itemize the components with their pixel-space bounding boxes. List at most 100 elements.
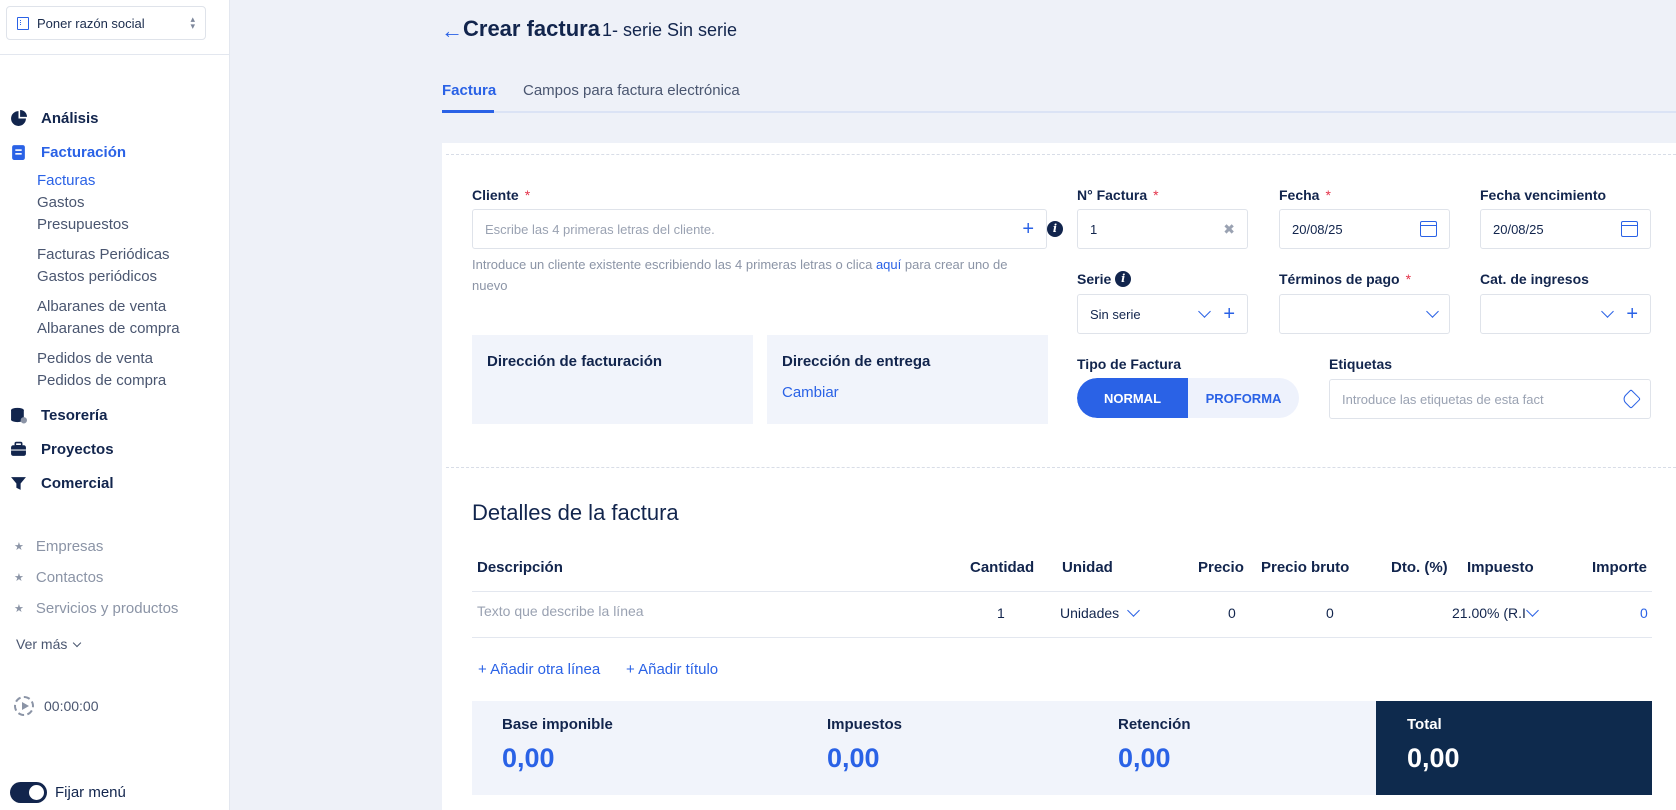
col-unidad: Unidad [1062, 559, 1113, 576]
play-icon [14, 696, 34, 716]
tipo-label: Tipo de Factura [1077, 356, 1181, 372]
cliente-input[interactable]: Escribe las 4 primeras letras del client… [472, 209, 1047, 249]
nav-facturacion[interactable]: Facturación [10, 144, 126, 161]
sidebar-item-albaranes-compra[interactable]: Albaranes de compra [37, 320, 180, 337]
calendar-icon[interactable] [1621, 221, 1638, 237]
line-precio-bruto[interactable]: 0 [1326, 605, 1334, 621]
info-icon[interactable]: i [1047, 221, 1063, 237]
sidebar-item-empresas[interactable]: ★ Empresas [14, 538, 103, 555]
nav-comercial[interactable]: Comercial [10, 475, 114, 492]
sidebar-item-pedidos-compra[interactable]: Pedidos de compra [37, 372, 166, 389]
table-divider [472, 591, 1652, 592]
impuestos-total: Impuestos 0,00 [827, 716, 903, 773]
chevron-down-icon [73, 638, 82, 648]
add-serie-icon[interactable]: + [1223, 304, 1235, 324]
change-address-link[interactable]: Cambiar [782, 384, 1033, 401]
add-cliente-icon[interactable]: + [1022, 219, 1034, 239]
add-line-button[interactable]: + Añadir otra línea [478, 661, 600, 678]
delivery-address-title: Dirección de entrega [782, 353, 931, 370]
building-icon [17, 16, 29, 30]
ver-mas-button[interactable]: Ver más [16, 636, 82, 652]
etiquetas-input[interactable]: Introduce las etiquetas de esta fact [1329, 379, 1651, 419]
pie-chart-icon [11, 110, 27, 126]
create-client-link[interactable]: aquí [876, 257, 901, 272]
sidebar-item-gastos[interactable]: Gastos [37, 194, 85, 211]
sidebar-item-facturas[interactable]: Facturas [37, 172, 95, 189]
col-cantidad: Cantidad [970, 559, 1035, 576]
nav-proyectos[interactable]: Proyectos [10, 441, 114, 458]
tabs-divider [442, 111, 1676, 113]
coins-icon [11, 407, 27, 424]
document-icon [12, 145, 25, 160]
star-icon: ★ [14, 572, 24, 584]
add-categoria-icon[interactable]: + [1626, 304, 1638, 324]
sidebar-item-presupuestos[interactable]: Presupuestos [37, 216, 129, 233]
nav-tesoreria[interactable]: Tesorería [10, 407, 107, 424]
base-imponible: Base imponible 0,00 [502, 716, 613, 773]
sidebar-item-pedidos-venta[interactable]: Pedidos de venta [37, 350, 153, 367]
col-precio-bruto: Precio bruto [1261, 559, 1350, 576]
invoice-type-toggle: NORMAL PROFORMA [1077, 378, 1299, 418]
sidebar-divider [0, 54, 230, 55]
line-impuesto-select[interactable]: 21.00% (R.I [1452, 603, 1539, 621]
col-precio: Precio [1198, 559, 1244, 576]
sidebar-item-albaranes-venta[interactable]: Albaranes de venta [37, 298, 166, 315]
grand-total: Total 0,00 [1376, 701, 1652, 795]
pin-menu-toggle[interactable] [10, 782, 47, 803]
tab-factura[interactable]: Factura [442, 82, 496, 99]
sidebar-item-gastos-periodicos[interactable]: Gastos periódicos [37, 268, 157, 285]
serie-label: Serie i [1077, 271, 1132, 287]
tipo-proforma-button[interactable]: PROFORMA [1188, 378, 1299, 418]
line-precio[interactable]: 0 [1228, 605, 1236, 621]
company-selector[interactable]: Poner razón social ▴ ▾ [6, 6, 206, 40]
tipo-normal-button[interactable]: NORMAL [1077, 378, 1188, 418]
star-icon: ★ [14, 541, 24, 553]
delivery-address-box: Dirección de entrega Cambiar [767, 335, 1048, 424]
line-cantidad[interactable]: 1 [997, 605, 1005, 621]
sidebar-item-contactos[interactable]: ★ Contactos [14, 569, 103, 586]
nav-analisis[interactable]: Análisis [10, 110, 99, 127]
info-icon[interactable]: i [1115, 271, 1132, 287]
terminos-select[interactable] [1279, 294, 1450, 334]
cliente-hint: Introduce un cliente existente escribien… [472, 257, 1008, 293]
page-subtitle: 1- serie Sin serie [602, 20, 738, 40]
line-importe: 0 [1640, 605, 1648, 621]
cliente-label: Cliente * [472, 187, 531, 203]
tab-active-indicator [442, 110, 494, 113]
chevron-down-icon [1198, 304, 1212, 318]
calendar-icon[interactable] [1420, 221, 1437, 237]
categoria-select[interactable]: + [1480, 294, 1651, 334]
table-divider [472, 637, 1652, 638]
terminos-label: Términos de pago * [1279, 271, 1412, 287]
vencimiento-label: Fecha vencimiento [1480, 187, 1607, 203]
vencimiento-input[interactable]: 20/08/25 [1480, 209, 1651, 249]
add-title-button[interactable]: + Añadir título [626, 661, 718, 678]
billing-address-box[interactable]: Dirección de facturación [472, 335, 753, 424]
clear-icon[interactable]: ✖ [1223, 221, 1235, 238]
col-impuesto: Impuesto [1467, 559, 1534, 576]
timer[interactable]: 00:00:00 [14, 696, 99, 716]
fecha-label: Fecha * [1279, 187, 1331, 203]
dashed-divider [446, 467, 1676, 468]
details-title: Detalles de la factura [472, 500, 679, 525]
chevron-down-icon [1426, 304, 1439, 318]
funnel-icon [11, 477, 26, 490]
updown-chevron-icon: ▴ ▾ [190, 14, 195, 31]
sidebar-item-facturas-periodicas[interactable]: Facturas Periódicas [37, 246, 170, 263]
dashed-divider [446, 154, 1676, 155]
line-unidad-select[interactable]: Unidades [1060, 603, 1141, 621]
categoria-label: Cat. de ingresos [1480, 271, 1589, 287]
tag-icon [1621, 389, 1641, 409]
pin-menu[interactable]: Fijar menú [10, 782, 126, 803]
numero-label: N° Factura * [1077, 187, 1159, 203]
serie-select[interactable]: Sin serie + [1077, 294, 1248, 334]
tab-factura-electronica[interactable]: Campos para factura electrónica [523, 82, 740, 99]
col-descuento: Dto. (%) [1391, 559, 1448, 576]
briefcase-icon [11, 441, 26, 456]
sidebar-item-servicios[interactable]: ★ Servicios y productos [14, 600, 178, 617]
fecha-input[interactable]: 20/08/25 [1279, 209, 1450, 249]
company-name: Poner razón social [37, 15, 145, 31]
numero-input[interactable]: 1 ✖ [1077, 209, 1248, 249]
line-description-input[interactable]: Texto que describe la línea [477, 603, 644, 619]
back-arrow-icon[interactable]: ← [441, 18, 463, 44]
